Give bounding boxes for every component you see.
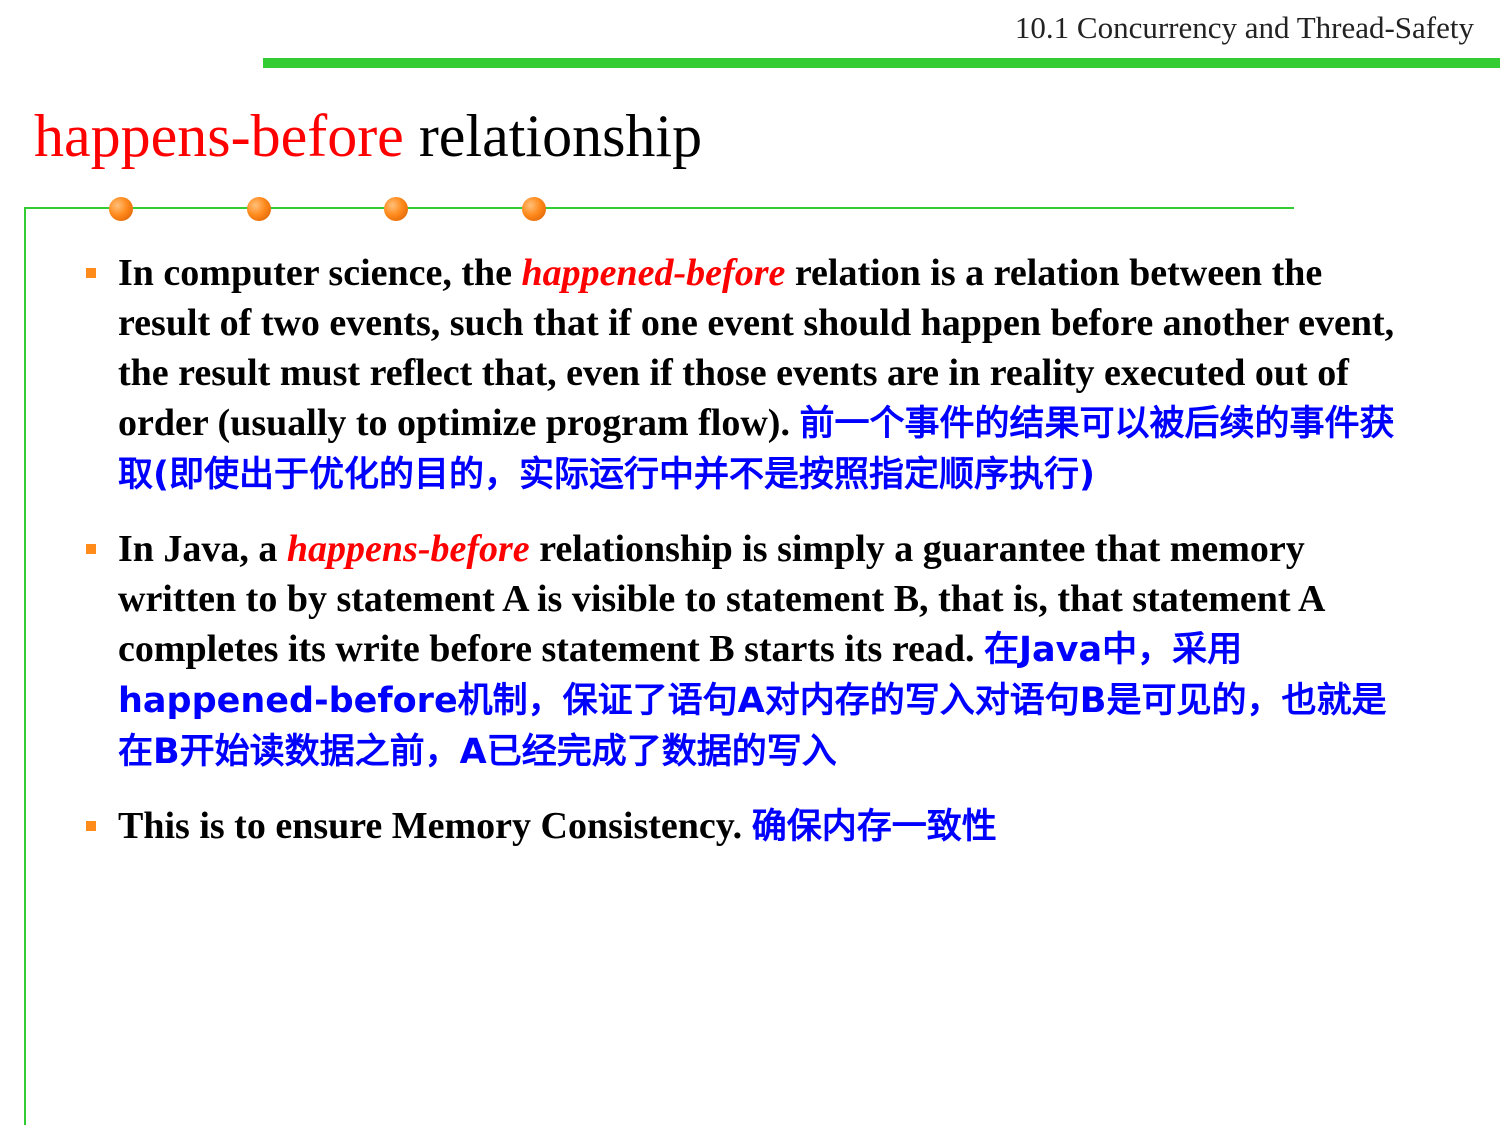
frame-top-line: [24, 207, 1294, 209]
bullet-item: In Java, a happens-before relationship i…: [80, 524, 1420, 777]
square-bullet-icon: [86, 821, 96, 831]
square-bullet-icon: [86, 544, 96, 554]
bullet-emphasis: happened-before: [521, 252, 786, 294]
header-section-title: 10.1 Concurrency and Thread-Safety: [1014, 10, 1474, 45]
slide-title-accent: happens-before: [34, 103, 404, 169]
bullet-chinese-note: 确保内存一致性: [751, 807, 997, 847]
bullet-text: In computer science, the: [118, 252, 522, 294]
orange-dot-icon: [109, 197, 133, 221]
bullet-item: In computer science, the happened-before…: [80, 248, 1420, 500]
bullet-list: In computer science, the happened-before…: [80, 248, 1420, 876]
bullet-text: This is to ensure Memory Consistency.: [118, 805, 752, 847]
square-bullet-icon: [86, 268, 96, 278]
slide-title: happens-before relationship: [34, 96, 702, 176]
bullet-text: In Java, a: [118, 528, 287, 570]
header-rule: [263, 58, 1500, 68]
bullet-emphasis: happens-before: [286, 528, 530, 570]
frame-left-line: [24, 207, 26, 1125]
bullet-item: This is to ensure Memory Consistency. 确保…: [80, 801, 1420, 852]
orange-dot-icon: [384, 197, 408, 221]
orange-dot-icon: [522, 197, 546, 221]
slide-title-rest: relationship: [403, 103, 703, 169]
orange-dot-icon: [247, 197, 271, 221]
